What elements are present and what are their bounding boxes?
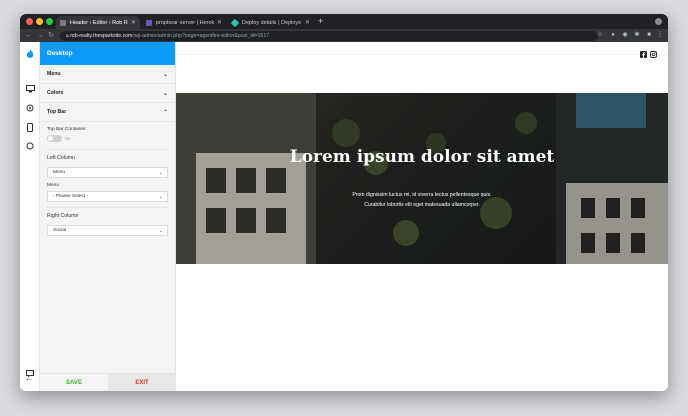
bookmark-star-icon[interactable]: ☆	[596, 31, 604, 39]
tab-label: Header ‹ Editor ‹ Rob Realty	[70, 19, 128, 26]
reload-icon[interactable]: ↻	[48, 30, 54, 41]
editor-rail	[20, 42, 40, 391]
panel-footer: SAVE EXIT	[40, 373, 176, 391]
menu-dots-icon[interactable]: ⋮	[656, 31, 664, 39]
select-value: Social	[53, 228, 67, 233]
facebook-icon[interactable]	[640, 45, 647, 58]
menu-select[interactable]: - Please Select - ⌄	[47, 191, 168, 202]
hero-subtitle-line: Curabitur lobortis elit eget malesuada u…	[364, 202, 480, 208]
hero-overlay	[176, 93, 668, 264]
accordion-label: Colors	[47, 90, 64, 96]
instagram-icon[interactable]	[650, 45, 657, 58]
accordion-label: Menu	[47, 71, 61, 77]
exit-button[interactable]: EXIT	[108, 374, 176, 391]
wordpress-favicon-icon	[60, 19, 66, 26]
minimize-window-button[interactable]	[36, 18, 43, 25]
chevron-down-icon: ⌄	[162, 90, 168, 97]
select-value: - Please Select -	[53, 194, 89, 199]
hero-banner: Lorem ipsum dolor sit amet Proin digniss…	[176, 93, 668, 264]
hero-subtitle-line: Proin dignissim luctus mi, id viverra le…	[352, 192, 492, 198]
menu-select-label: Menu	[47, 183, 59, 188]
tab-heroku[interactable]: propbear-server | Heroku ✕	[142, 16, 226, 29]
left-column-heading: Left Column	[47, 149, 168, 167]
new-tab-button[interactable]: +	[318, 16, 323, 27]
circle-icon[interactable]	[25, 141, 35, 151]
close-window-button[interactable]	[26, 18, 33, 25]
flame-logo-icon[interactable]	[25, 49, 35, 59]
top-bar-container-toggle[interactable]	[47, 135, 62, 142]
hero-subtitle: Proin dignissim luctus mi, id viverra le…	[316, 190, 528, 210]
forward-arrow-icon[interactable]: →	[37, 30, 44, 41]
tab-editor[interactable]: Header ‹ Editor ‹ Rob Realty ✕	[56, 16, 140, 29]
accordion-top-bar[interactable]: Top Bar ⌃	[40, 103, 175, 122]
chevron-down-icon: ⌄	[158, 194, 163, 200]
accordion-colors[interactable]: Colors ⌄	[40, 84, 175, 103]
tab-label: propbear-server | Heroku	[156, 19, 214, 26]
chevron-down-icon: ⌄	[158, 170, 163, 176]
hero-title: Lorem ipsum dolor sit amet	[289, 147, 555, 167]
url-field[interactable]: 🔒︎ rob-realty.thesparksite.com/wp-admin/…	[60, 30, 598, 41]
editor-panel: Desktop Menu ⌄ Colors ⌄ Top Bar ⌃ Top Ba…	[40, 42, 176, 391]
mobile-phone-icon[interactable]	[25, 122, 35, 132]
close-tab-icon[interactable]: ✕	[217, 19, 222, 26]
close-tab-icon[interactable]: ✕	[131, 19, 136, 26]
tab-bar: Header ‹ Editor ‹ Rob Realty ✕ propbear-…	[20, 14, 668, 29]
extension-icon[interactable]: ●	[609, 31, 617, 39]
collapse-arrow-icon[interactable]: ←	[25, 375, 33, 383]
profile-icon[interactable]	[655, 18, 662, 25]
url-path: /wp-admin/admin.php?page=agentfire-edito…	[132, 32, 270, 39]
top-bar-container-label: Top Bar Container	[47, 127, 86, 132]
save-button[interactable]: SAVE	[40, 374, 108, 391]
accordion-label: Top Bar	[47, 109, 67, 115]
heroku-favicon-icon	[146, 19, 152, 26]
tab-label: Deploy details | Deploys	[242, 19, 301, 26]
right-column-select[interactable]: Social ⌄	[47, 225, 168, 236]
extension-icon[interactable]: ◉	[621, 31, 629, 39]
top-bar-settings: Top Bar Container No Left Column Menu ⌄ …	[40, 122, 175, 236]
chevron-up-icon: ⌃	[162, 109, 168, 116]
panel-title: Desktop	[40, 42, 175, 65]
netlify-favicon-icon	[230, 18, 240, 27]
toggle-state-label: No	[65, 136, 71, 141]
select-value: Menu	[53, 170, 65, 175]
right-column-heading: Right Column	[47, 207, 168, 225]
url-host: rob-realty.thesparksite.com	[70, 32, 133, 39]
back-arrow-icon[interactable]: ←	[25, 30, 32, 41]
puzzle-extensions-icon[interactable]: ✱	[633, 31, 641, 39]
tab-deploys[interactable]: Deploy details | Deploys ✕	[228, 16, 314, 29]
desktop-monitor-icon[interactable]	[25, 84, 35, 94]
settings-gear-icon[interactable]	[25, 103, 35, 113]
chevron-down-icon: ⌄	[162, 71, 168, 78]
left-column-select[interactable]: Menu ⌄	[47, 167, 168, 178]
maximize-window-button[interactable]	[46, 18, 53, 25]
close-tab-icon[interactable]: ✕	[305, 19, 310, 26]
chevron-down-icon: ⌄	[158, 228, 163, 234]
profile-avatar-icon[interactable]: ■	[645, 31, 653, 39]
site-top-bar	[176, 42, 668, 58]
site-preview: Lorem ipsum dolor sit amet Proin digniss…	[176, 42, 668, 391]
accordion-menu[interactable]: Menu ⌄	[40, 65, 175, 84]
browser-window: Header ‹ Editor ‹ Rob Realty ✕ propbear-…	[20, 14, 668, 391]
address-bar: ← → ↻ 🔒︎ rob-realty.thesparksite.com/wp-…	[20, 29, 668, 42]
